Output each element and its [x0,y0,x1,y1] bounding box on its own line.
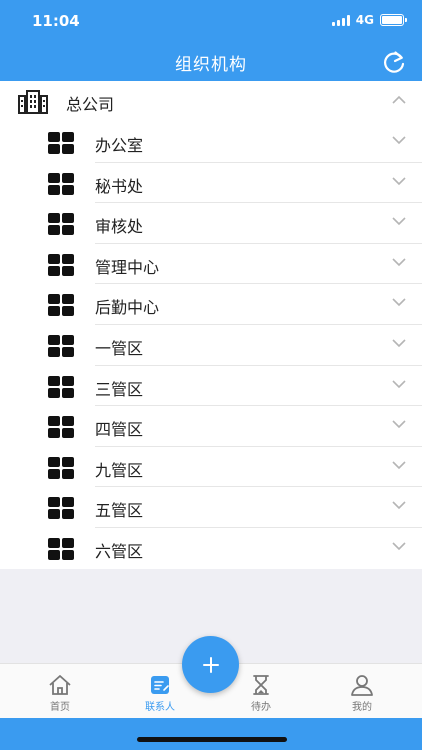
tree-child-label: 办公室 [95,136,144,155]
chevron-down-icon[interactable] [392,258,406,267]
page-title: 组织机构 [175,55,247,75]
grid-icon [48,172,74,195]
hourglass-icon [253,675,269,695]
chevron-down-icon[interactable] [392,461,406,470]
tab-label: 联系人 [145,702,175,713]
tree-child-label: 五管区 [95,501,144,521]
grid-icon [48,375,74,398]
grid-icon [48,253,74,276]
grid-icon [48,497,74,520]
add-button[interactable] [182,636,239,693]
grid-icon [48,213,74,236]
tree-child-label: 四管区 [95,420,144,440]
tab-label: 待办 [251,702,271,713]
status-bar: 11:04 4G [0,0,422,40]
network-label: 4G [355,13,374,27]
refresh-icon[interactable] [380,48,408,76]
tree-child-label: 三管区 [95,379,144,399]
tab-home[interactable]: 首页 [10,664,110,719]
tab-label: 首页 [50,702,70,713]
chevron-down-icon[interactable] [392,420,406,429]
chevron-down-icon[interactable] [392,501,406,510]
tab-profile[interactable]: 我的 [312,664,412,719]
tree-child-item[interactable]: 四管区 [0,406,422,447]
tree-child-label: 六管区 [95,541,144,561]
home-indicator [137,737,287,742]
grid-icon [48,294,74,317]
tree-child-label: 秘书处 [95,176,144,196]
user-icon [351,675,373,696]
tree-root-item[interactable]: 总公司 [0,81,422,122]
tree-child-item[interactable]: 五管区 [0,487,422,528]
tree-child-item[interactable]: 后勤中心 [0,284,422,325]
chevron-down-icon[interactable] [392,339,406,348]
org-tree: 总公司 办公室秘书处审核处管理中心后勤中心一管区三管区四管区九管区五管区六管区 [0,81,422,569]
grid-icon [48,132,74,154]
chevron-down-icon[interactable] [392,542,406,551]
tree-child-label: 后勤中心 [95,298,160,318]
chevron-down-icon[interactable] [392,379,406,389]
tree-child-item[interactable]: 审核处 [0,203,422,244]
grid-icon [48,416,74,439]
chevron-down-icon[interactable] [392,136,406,145]
app-header: 11:04 4G 组织机构 [0,0,422,81]
signal-icon [331,14,350,26]
status-time: 11:04 [32,12,80,30]
tree-root-label: 总公司 [66,95,115,114]
home-icon [49,675,71,695]
chevron-down-icon[interactable] [392,298,406,307]
tab-label: 我的 [352,702,372,713]
tree-child-label: 九管区 [95,460,144,480]
grid-icon [48,334,74,357]
chevron-up-icon[interactable] [392,95,406,104]
tree-child-label: 管理中心 [95,257,160,277]
tree-child-item[interactable]: 秘书处 [0,163,422,204]
chevron-down-icon[interactable] [392,217,406,226]
tree-child-item[interactable]: 六管区 [0,528,422,569]
tree-child-item[interactable]: 九管区 [0,447,422,488]
battery-icon [380,14,407,26]
home-indicator-area [0,718,422,750]
tree-child-item[interactable]: 一管区 [0,325,422,366]
tree-child-item[interactable]: 办公室 [0,122,422,163]
grid-icon [48,456,74,479]
tree-child-label: 一管区 [95,338,144,358]
tree-child-label: 审核处 [95,217,144,237]
grid-icon [48,537,74,560]
status-indicators: 4G [331,12,407,28]
tree-child-item[interactable]: 管理中心 [0,244,422,285]
chevron-down-icon[interactable] [392,177,406,186]
tree-child-item[interactable]: 三管区 [0,366,422,407]
building-icon [18,90,48,114]
contacts-icon [151,676,169,694]
